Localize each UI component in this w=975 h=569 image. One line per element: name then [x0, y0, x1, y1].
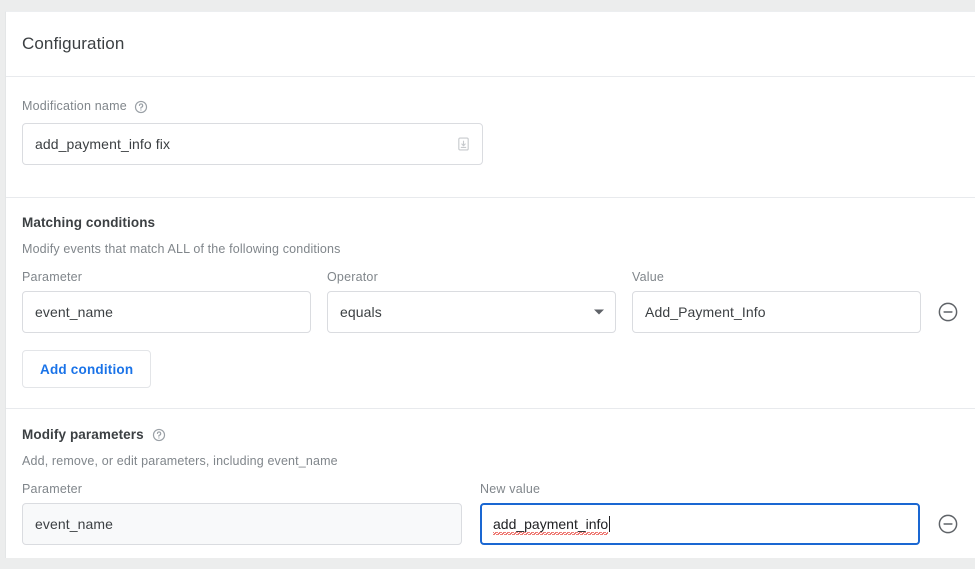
column-header-operator: Operator	[327, 270, 378, 284]
configuration-card: Configuration Modification name add_paym…	[5, 11, 975, 558]
condition-value-value: Add_Payment_Info	[645, 304, 766, 320]
parameter-name-input[interactable]: event_name	[22, 503, 462, 545]
modify-parameters-title-text: Modify parameters	[22, 427, 144, 442]
matching-condition-row: event_name equals Add_Payment_Info	[22, 291, 959, 333]
parameter-new-value-value: add_payment_info	[493, 516, 609, 535]
chevron-down-icon	[594, 309, 604, 315]
condition-parameter-input[interactable]: event_name	[22, 291, 311, 333]
parameter-name-value: event_name	[35, 516, 114, 532]
remove-condition-button[interactable]	[937, 300, 959, 324]
modification-name-input[interactable]: add_payment_info fix	[22, 123, 483, 165]
column-header-parameter: Parameter	[22, 482, 83, 496]
remove-parameter-button[interactable]	[936, 512, 959, 536]
column-header-new-value: New value	[480, 482, 541, 496]
help-circle-icon[interactable]	[152, 428, 166, 442]
matching-conditions-title: Matching conditions	[22, 215, 959, 230]
help-circle-icon[interactable]	[134, 100, 148, 114]
condition-value-input[interactable]: Add_Payment_Info	[632, 291, 921, 333]
page-title: Configuration	[22, 34, 125, 53]
condition-operator-value: equals	[340, 304, 382, 320]
matching-conditions-section: Matching conditions Modify events that m…	[6, 198, 975, 408]
modify-parameters-column-headers: Parameter New value	[22, 482, 959, 496]
modification-name-label: Modification name	[22, 99, 127, 113]
condition-operator-select[interactable]: equals	[327, 291, 616, 333]
modify-parameters-title: Modify parameters	[22, 427, 959, 442]
modify-parameters-description: Add, remove, or edit parameters, includi…	[22, 454, 338, 468]
add-condition-button[interactable]: Add condition	[22, 350, 152, 388]
parameter-new-value-input[interactable]: add_payment_info	[480, 503, 920, 545]
card-header: Configuration	[6, 12, 975, 76]
modification-name-label-row: Modification name	[22, 99, 959, 114]
column-header-value: Value	[632, 270, 665, 284]
matching-conditions-title-text: Matching conditions	[22, 215, 156, 230]
column-header-parameter: Parameter	[22, 270, 83, 284]
condition-parameter-value: event_name	[35, 304, 114, 320]
matching-conditions-description: Modify events that match ALL of the foll…	[22, 242, 341, 256]
app-screen: Configuration Modification name add_paym…	[0, 0, 975, 569]
text-field-indicator-icon[interactable]	[455, 136, 472, 153]
modify-parameter-row: event_name add_payment_info	[22, 503, 959, 545]
text-cursor	[609, 516, 611, 532]
matching-conditions-column-headers: Parameter Operator Value	[22, 270, 959, 284]
modification-name-section: Modification name add_payment_info fix	[6, 77, 975, 197]
modify-parameters-section: Modify parameters Add, remove, or edit p…	[6, 409, 975, 545]
modification-name-value: add_payment_info fix	[35, 136, 171, 152]
